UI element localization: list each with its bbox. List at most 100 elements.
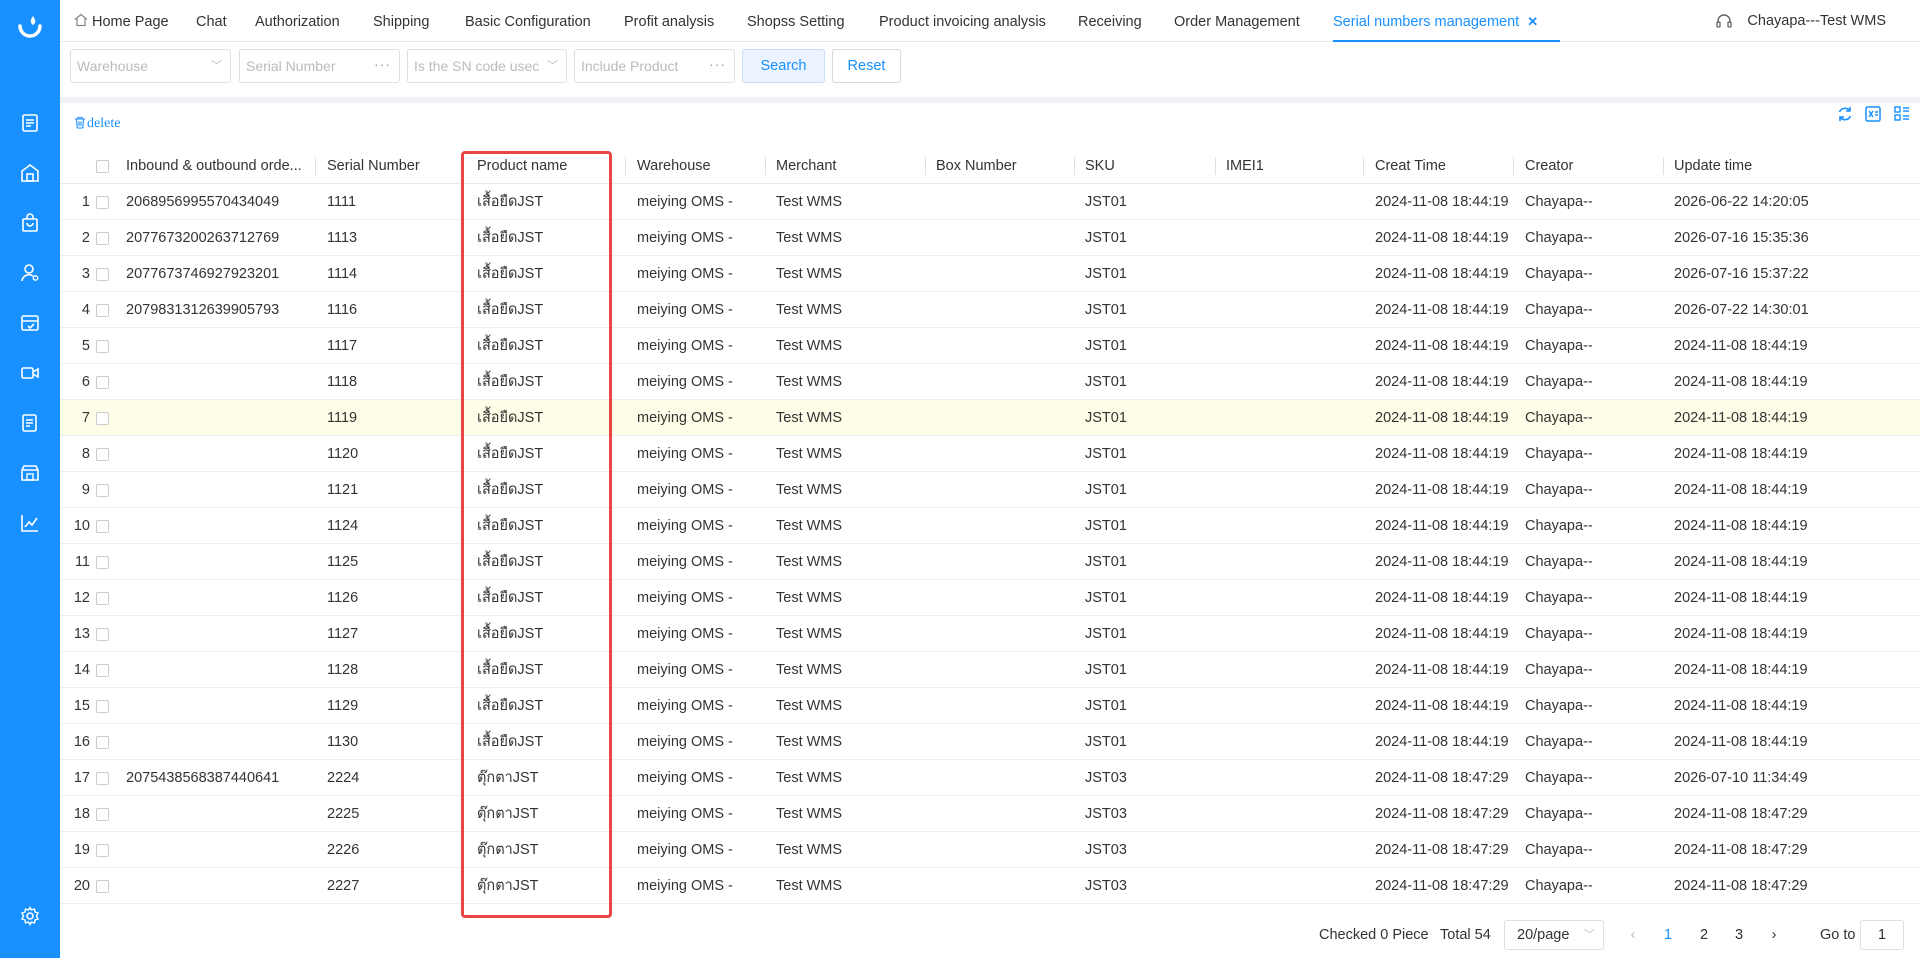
table-row[interactable]: 14 1128 เสื้อยืดJST meiying OMS - Test WMS JS… (60, 652, 1920, 688)
headset-icon[interactable] (1715, 12, 1733, 30)
column-header-update-time[interactable]: Update time (1674, 148, 1814, 184)
video-icon[interactable] (20, 363, 40, 383)
prev-page-icon[interactable]: ‹ (1623, 925, 1643, 945)
settings-gear-icon[interactable] (20, 906, 40, 926)
table-row[interactable]: 3 2077673746927923201 1114 เสื้อยืดJST meiyi… (60, 256, 1920, 292)
include-product-input[interactable]: Include Product ··· (574, 49, 735, 83)
table-row[interactable]: 12 1126 เสื้อยืดJST meiying OMS - Test WMS JS… (60, 580, 1920, 616)
column-header-merchant[interactable]: Merchant (776, 148, 896, 184)
table-row[interactable]: 6 1118 เสื้อยืดJST meiying OMS - Test WMS JST… (60, 364, 1920, 400)
column-divider[interactable] (1074, 157, 1075, 175)
row-checkbox[interactable] (96, 304, 109, 317)
serial-number-input[interactable]: Serial Number ··· (239, 49, 400, 83)
column-divider[interactable] (1663, 157, 1664, 175)
column-divider[interactable] (315, 157, 316, 175)
tab-home-page[interactable]: Home Page (74, 0, 169, 42)
table-row[interactable]: 10 1124 เสื้อยืดJST meiying OMS - Test WMS JS… (60, 508, 1920, 544)
column-divider[interactable] (625, 157, 626, 175)
row-checkbox[interactable] (96, 880, 109, 893)
page-3[interactable]: 3 (1729, 925, 1749, 945)
tab-shopss-setting[interactable]: Shopss Setting (747, 0, 845, 42)
tab-basic-configuration[interactable]: Basic Configuration (465, 0, 591, 42)
page-1[interactable]: 1 (1658, 925, 1678, 945)
row-checkbox[interactable] (96, 592, 109, 605)
column-divider[interactable] (1363, 157, 1364, 175)
table-row[interactable]: 2 2077673200263712769 1113 เสื้อยืดJST meiyi… (60, 220, 1920, 256)
delete-button[interactable]: delete (74, 116, 120, 132)
table-row[interactable]: 18 2225 ตุ๊กตาJST meiying OMS - Test WMS JST0… (60, 796, 1920, 832)
row-checkbox[interactable] (96, 232, 109, 245)
row-checkbox[interactable] (96, 844, 109, 857)
reset-button[interactable]: Reset (832, 49, 901, 83)
user-settings-icon[interactable] (20, 263, 40, 283)
column-header-order[interactable]: Inbound & outbound orde... (126, 148, 312, 184)
close-tab-icon[interactable]: ✕ (1527, 0, 1538, 44)
row-checkbox[interactable] (96, 196, 109, 209)
column-settings-icon[interactable] (1893, 105, 1911, 123)
next-page-icon[interactable]: › (1764, 925, 1784, 945)
table-row[interactable]: 9 1121 เสื้อยืดJST meiying OMS - Test WMS JST… (60, 472, 1920, 508)
store-check-icon[interactable] (20, 313, 40, 333)
warehouse-icon[interactable] (20, 163, 40, 183)
tab-receiving[interactable]: Receiving (1078, 0, 1142, 42)
select-all-checkbox[interactable] (96, 160, 109, 173)
table-row[interactable]: 13 1127 เสื้อยืดJST meiying OMS - Test WMS JS… (60, 616, 1920, 652)
refresh-icon[interactable] (1836, 105, 1854, 123)
tab-chat[interactable]: Chat (196, 0, 227, 42)
table-row[interactable]: 20 2227 ตุ๊กตาJST meiying OMS - Test WMS JST0… (60, 868, 1920, 904)
row-checkbox[interactable] (96, 700, 109, 713)
table-row[interactable]: 16 1130 เสื้อยืดJST meiying OMS - Test WMS JS… (60, 724, 1920, 760)
table-row[interactable]: 15 1129 เสื้อยืดJST meiying OMS - Test WMS JS… (60, 688, 1920, 724)
page-size-select[interactable]: 20/page ﹀ (1504, 920, 1604, 950)
chart-icon[interactable] (20, 513, 40, 533)
row-checkbox[interactable] (96, 376, 109, 389)
row-checkbox[interactable] (96, 736, 109, 749)
sn-used-select[interactable]: Is the SN code usec ﹀ (407, 49, 567, 83)
shopping-bag-icon[interactable] (20, 213, 40, 233)
user-account[interactable]: Chayapa---Test WMS (1747, 0, 1886, 42)
table-row[interactable]: 7 1119 เสื้อยืดJST meiying OMS - Test WMS JST… (60, 400, 1920, 436)
table-row[interactable]: 1 2068956995570434049 1111 เสื้อยืดJST meiyi… (60, 184, 1920, 220)
tab-profit-analysis[interactable]: Profit analysis (624, 0, 714, 42)
page-2[interactable]: 2 (1694, 925, 1714, 945)
more-icon[interactable]: ··· (374, 48, 391, 80)
column-divider[interactable] (462, 157, 463, 175)
row-checkbox[interactable] (96, 664, 109, 677)
tab-authorization[interactable]: Authorization (255, 0, 340, 42)
search-button[interactable]: Search (742, 49, 825, 83)
column-divider[interactable] (925, 157, 926, 175)
shop-icon[interactable] (20, 463, 40, 483)
goto-page-input[interactable]: 1 (1860, 920, 1904, 950)
table-row[interactable]: 17 2075438568387440641 2224 ตุ๊กตาJST meiyin… (60, 760, 1920, 796)
column-header-box-number[interactable]: Box Number (936, 148, 1056, 184)
tab-order-management[interactable]: Order Management (1174, 0, 1300, 42)
row-checkbox[interactable] (96, 808, 109, 821)
column-header-imei1[interactable]: IMEI1 (1226, 148, 1326, 184)
column-header-product-name[interactable]: Product name (477, 148, 597, 184)
table-row[interactable]: 19 2226 ตุ๊กตาJST meiying OMS - Test WMS JST0… (60, 832, 1920, 868)
row-checkbox[interactable] (96, 268, 109, 281)
column-header-sku[interactable]: SKU (1085, 148, 1185, 184)
warehouse-select[interactable]: Warehouse ﹀ (70, 49, 231, 83)
row-checkbox[interactable] (96, 412, 109, 425)
more-icon[interactable]: ··· (709, 48, 726, 80)
column-header-creat-time[interactable]: Creat Time (1375, 148, 1505, 184)
column-header-serial-number[interactable]: Serial Number (327, 148, 437, 184)
table-row[interactable]: 11 1125 เสื้อยืดJST meiying OMS - Test WMS JS… (60, 544, 1920, 580)
column-header-creator[interactable]: Creator (1525, 148, 1645, 184)
column-divider[interactable] (765, 157, 766, 175)
row-checkbox[interactable] (96, 340, 109, 353)
row-checkbox[interactable] (96, 520, 109, 533)
column-divider[interactable] (1215, 157, 1216, 175)
export-excel-icon[interactable] (1864, 105, 1882, 123)
table-row[interactable]: 5 1117 เสื้อยืดJST meiying OMS - Test WMS JST… (60, 328, 1920, 364)
tab-shipping[interactable]: Shipping (373, 0, 429, 42)
column-divider[interactable] (1513, 157, 1514, 175)
row-checkbox[interactable] (96, 484, 109, 497)
table-row[interactable]: 8 1120 เสื้อยืดJST meiying OMS - Test WMS JST… (60, 436, 1920, 472)
orders-icon[interactable] (20, 113, 40, 133)
tab-serial-numbers-management[interactable]: Serial numbers management ✕ (1333, 0, 1561, 44)
tab-product-invoicing-analysis[interactable]: Product invoicing analysis (879, 0, 1046, 42)
table-row[interactable]: 4 2079831312639905793 1116 เสื้อยืดJST meiyi… (60, 292, 1920, 328)
row-checkbox[interactable] (96, 448, 109, 461)
